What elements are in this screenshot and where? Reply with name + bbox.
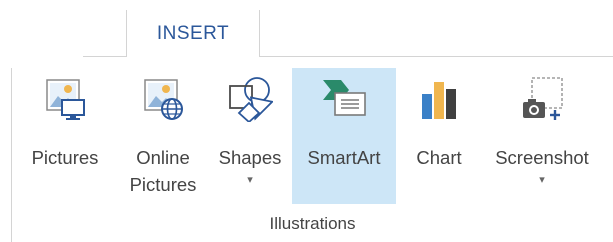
tab-divider-left (83, 56, 126, 57)
pictures-button[interactable]: Pictures (18, 68, 112, 204)
chart-label: Chart (416, 147, 462, 168)
online-pictures-button[interactable]: Online Pictures (116, 68, 210, 204)
shapes-label: Shapes (218, 147, 282, 168)
screenshot-icon (519, 76, 565, 122)
screenshot-label: Screenshot (495, 147, 589, 168)
tab-divider-right (259, 56, 613, 57)
group-label-text: Illustrations (269, 214, 356, 233)
shapes-dropdown-arrow-icon[interactable]: ▾ (247, 175, 253, 186)
group-label-illustrations: Illustrations (0, 214, 613, 234)
online-pictures-label-line1: Online (136, 147, 190, 168)
smartart-label: SmartArt (307, 147, 381, 168)
online-pictures-label-line2: Pictures (129, 174, 197, 195)
screenshot-button[interactable]: Screenshot ▾ (482, 68, 602, 204)
tab-insert[interactable]: INSERT (126, 10, 260, 57)
online-pictures-icon (140, 76, 186, 122)
smartart-icon (321, 76, 367, 122)
pictures-label: Pictures (31, 147, 99, 168)
ribbon-tab-bar: INSERT (0, 0, 613, 57)
chart-button[interactable]: Chart (400, 68, 478, 204)
shapes-icon (227, 76, 273, 122)
pictures-icon (42, 76, 88, 122)
chart-icon (416, 76, 462, 122)
screenshot-dropdown-arrow-icon[interactable]: ▾ (539, 175, 545, 186)
shapes-button[interactable]: Shapes ▾ (208, 68, 292, 204)
smartart-button[interactable]: SmartArt (292, 68, 396, 204)
